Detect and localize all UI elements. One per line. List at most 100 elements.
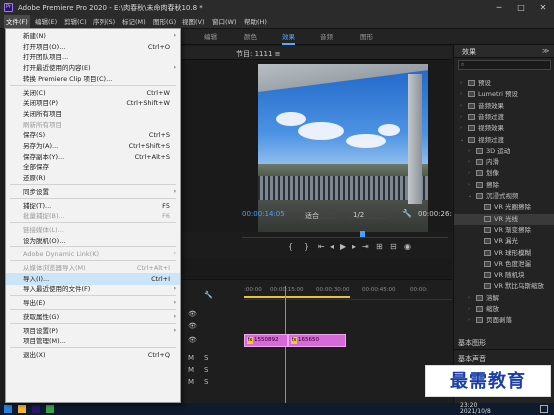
mute-m-icon[interactable]: M xyxy=(188,354,194,362)
solo-s-icon[interactable]: S xyxy=(204,378,208,386)
effects-tree-item[interactable]: ⌄ 沉浸式视频 xyxy=(454,191,554,202)
effects-tree-item[interactable]: VR 球形模糊 xyxy=(454,248,554,259)
step-forward-icon[interactable]: ▸ xyxy=(352,242,356,251)
mute-m-icon[interactable]: M xyxy=(188,366,194,374)
effects-tree-item[interactable]: › 音频过渡 xyxy=(454,112,554,123)
settings-wrench-icon[interactable]: 🔧 xyxy=(402,209,412,218)
menu-sequence[interactable]: 序列(S) xyxy=(91,15,117,29)
start-icon[interactable] xyxy=(4,405,12,413)
video-frame[interactable] xyxy=(258,64,428,249)
effects-tree-item[interactable]: › Lumetri 预设 xyxy=(454,89,554,100)
workspace-effects[interactable]: 效果 xyxy=(282,29,295,45)
workspace-audio[interactable]: 音频 xyxy=(320,29,333,45)
go-to-out-icon[interactable]: ⇥ xyxy=(362,242,369,251)
effects-tree-item[interactable]: › 页面剥落 xyxy=(454,315,554,326)
effects-tree-item[interactable]: › 视频效果 xyxy=(454,123,554,134)
notification-icon[interactable] xyxy=(540,405,548,413)
playhead-bar[interactable] xyxy=(242,231,448,238)
menu-edit[interactable]: 编辑(E) xyxy=(33,15,59,29)
wrench-icon[interactable]: 🔧 xyxy=(204,291,213,299)
mark-out-icon[interactable]: } xyxy=(304,242,309,251)
tree-toggle-icon[interactable]: › xyxy=(460,101,462,112)
menu-graphics[interactable]: 图形(G) xyxy=(151,15,178,29)
current-timecode[interactable]: 00:00:14:05 xyxy=(242,210,285,218)
effects-tree-item[interactable]: VR 默比乌斯缩放 xyxy=(454,281,554,292)
tree-toggle-icon[interactable]: › xyxy=(468,180,470,191)
effects-tree-item[interactable]: › 缩放 xyxy=(454,304,554,315)
solo-s-icon[interactable]: S xyxy=(204,354,208,362)
work-area-bar[interactable] xyxy=(244,296,350,298)
effects-tree-item[interactable]: VR 色度泄漏 xyxy=(454,259,554,270)
file-menu-item[interactable]: 导入最近使用的文件(F) › xyxy=(6,283,180,295)
minimize-button[interactable]: ─ xyxy=(488,0,510,15)
basic-sound-panel[interactable]: 基本声音 xyxy=(458,354,486,364)
time-ruler[interactable]: :00:00 00:00:15:00 00:00:30:00 00:00:45:… xyxy=(244,286,452,300)
go-to-in-icon[interactable]: ⇤ xyxy=(318,242,325,251)
export-frame-icon[interactable]: ◉ xyxy=(404,242,411,251)
tree-toggle-icon[interactable]: › xyxy=(460,89,462,100)
effects-tree-item[interactable]: VR 光圈擦除 xyxy=(454,202,554,213)
effects-tree-item[interactable]: VR 随机块 xyxy=(454,270,554,281)
mute-m-icon[interactable]: M xyxy=(188,378,194,386)
effects-tree-item[interactable]: ⌄ 视频过渡 xyxy=(454,135,554,146)
effects-search-input[interactable]: ⌕ xyxy=(458,60,551,70)
tree-toggle-icon[interactable]: › xyxy=(468,293,470,304)
taskbar-app-icon[interactable] xyxy=(46,405,54,413)
tree-toggle-icon[interactable]: › xyxy=(460,78,462,89)
extract-icon[interactable]: ⊟ xyxy=(390,242,397,251)
menu-markers[interactable]: 标记(M) xyxy=(120,15,148,29)
workspace-color[interactable]: 颜色 xyxy=(244,29,257,45)
file-menu-item[interactable]: 获取属性(G) › xyxy=(6,311,180,323)
workspace-graphics[interactable]: 图形 xyxy=(360,29,373,45)
file-menu-item[interactable]: 转换 Premiere Clip 项目(C)... xyxy=(6,73,180,85)
timeline-clip[interactable]: fx 1550892 xyxy=(244,334,288,347)
close-button[interactable]: ✕ xyxy=(532,0,554,15)
tree-toggle-icon[interactable]: › xyxy=(460,112,462,123)
file-menu-item[interactable]: 退出(X) Ctrl+Q xyxy=(6,349,180,361)
program-monitor-title[interactable]: 节目: 1111 ≡ xyxy=(236,49,281,59)
eye-icon[interactable]: 👁 xyxy=(188,322,197,330)
maximize-button[interactable]: □ xyxy=(510,0,532,15)
tree-toggle-icon[interactable]: › xyxy=(468,146,470,157)
file-menu-item[interactable]: 设为脱机(O)... xyxy=(6,235,180,247)
step-back-icon[interactable]: ◂ xyxy=(330,242,334,251)
fit-dropdown[interactable]: 适合 xyxy=(302,210,334,220)
effects-tree-item[interactable]: › 预设 xyxy=(454,78,554,89)
taskbar-app-icon[interactable] xyxy=(18,405,26,413)
tree-toggle-icon[interactable]: ⌄ xyxy=(460,135,464,146)
menu-window[interactable]: 窗口(W) xyxy=(210,15,239,29)
tree-toggle-icon[interactable]: › xyxy=(468,168,470,179)
solo-s-icon[interactable]: S xyxy=(204,366,208,374)
menu-file[interactable]: 文件(F) xyxy=(4,15,30,29)
timeline-clip[interactable]: fx 165650 xyxy=(288,334,346,347)
tree-toggle-icon[interactable]: › xyxy=(468,304,470,315)
workspace-edit[interactable]: 编辑 xyxy=(204,29,217,45)
menu-help[interactable]: 帮助(H) xyxy=(242,15,269,29)
mark-in-icon[interactable]: { xyxy=(288,242,293,251)
effects-tree-item[interactable]: › 内滑 xyxy=(454,157,554,168)
tree-toggle-icon[interactable]: › xyxy=(468,315,470,326)
playhead-marker[interactable] xyxy=(360,231,365,237)
basic-graphics-panel[interactable]: 基本图形 xyxy=(458,338,486,348)
effects-tree-item[interactable]: › 3D 运动 xyxy=(454,146,554,157)
tree-toggle-icon[interactable]: › xyxy=(460,123,462,134)
file-menu-item[interactable]: 项目管理(M)... xyxy=(6,335,180,347)
file-menu-item[interactable]: 导出(E) › xyxy=(6,297,180,309)
tree-toggle-icon[interactable]: › xyxy=(468,157,470,168)
tree-toggle-icon[interactable]: ⌄ xyxy=(468,191,472,202)
effects-tree-item[interactable]: › 音频效果 xyxy=(454,101,554,112)
file-menu-item[interactable]: 同步设置 › xyxy=(6,186,180,198)
effects-tree-item[interactable]: VR 渐变擦除 xyxy=(454,225,554,236)
menu-clip[interactable]: 剪辑(C) xyxy=(62,15,89,29)
effects-tree-item[interactable]: VR 漏光 xyxy=(454,236,554,247)
eye-icon[interactable]: 👁 xyxy=(188,310,197,318)
lift-icon[interactable]: ⊞ xyxy=(376,242,383,251)
play-icon[interactable]: ▶ xyxy=(340,242,346,251)
resolution-dropdown[interactable]: 1/2 xyxy=(350,210,388,219)
effects-tree-item[interactable]: › 擦除 xyxy=(454,180,554,191)
effects-tree-item[interactable]: › 划像 xyxy=(454,168,554,179)
effects-tree-item[interactable]: › 溶解 xyxy=(454,293,554,304)
effects-tree-item[interactable]: VR 光线 xyxy=(454,213,554,225)
menu-view[interactable]: 视图(V) xyxy=(180,15,207,29)
panel-menu-icon[interactable]: ≫ xyxy=(542,47,549,55)
